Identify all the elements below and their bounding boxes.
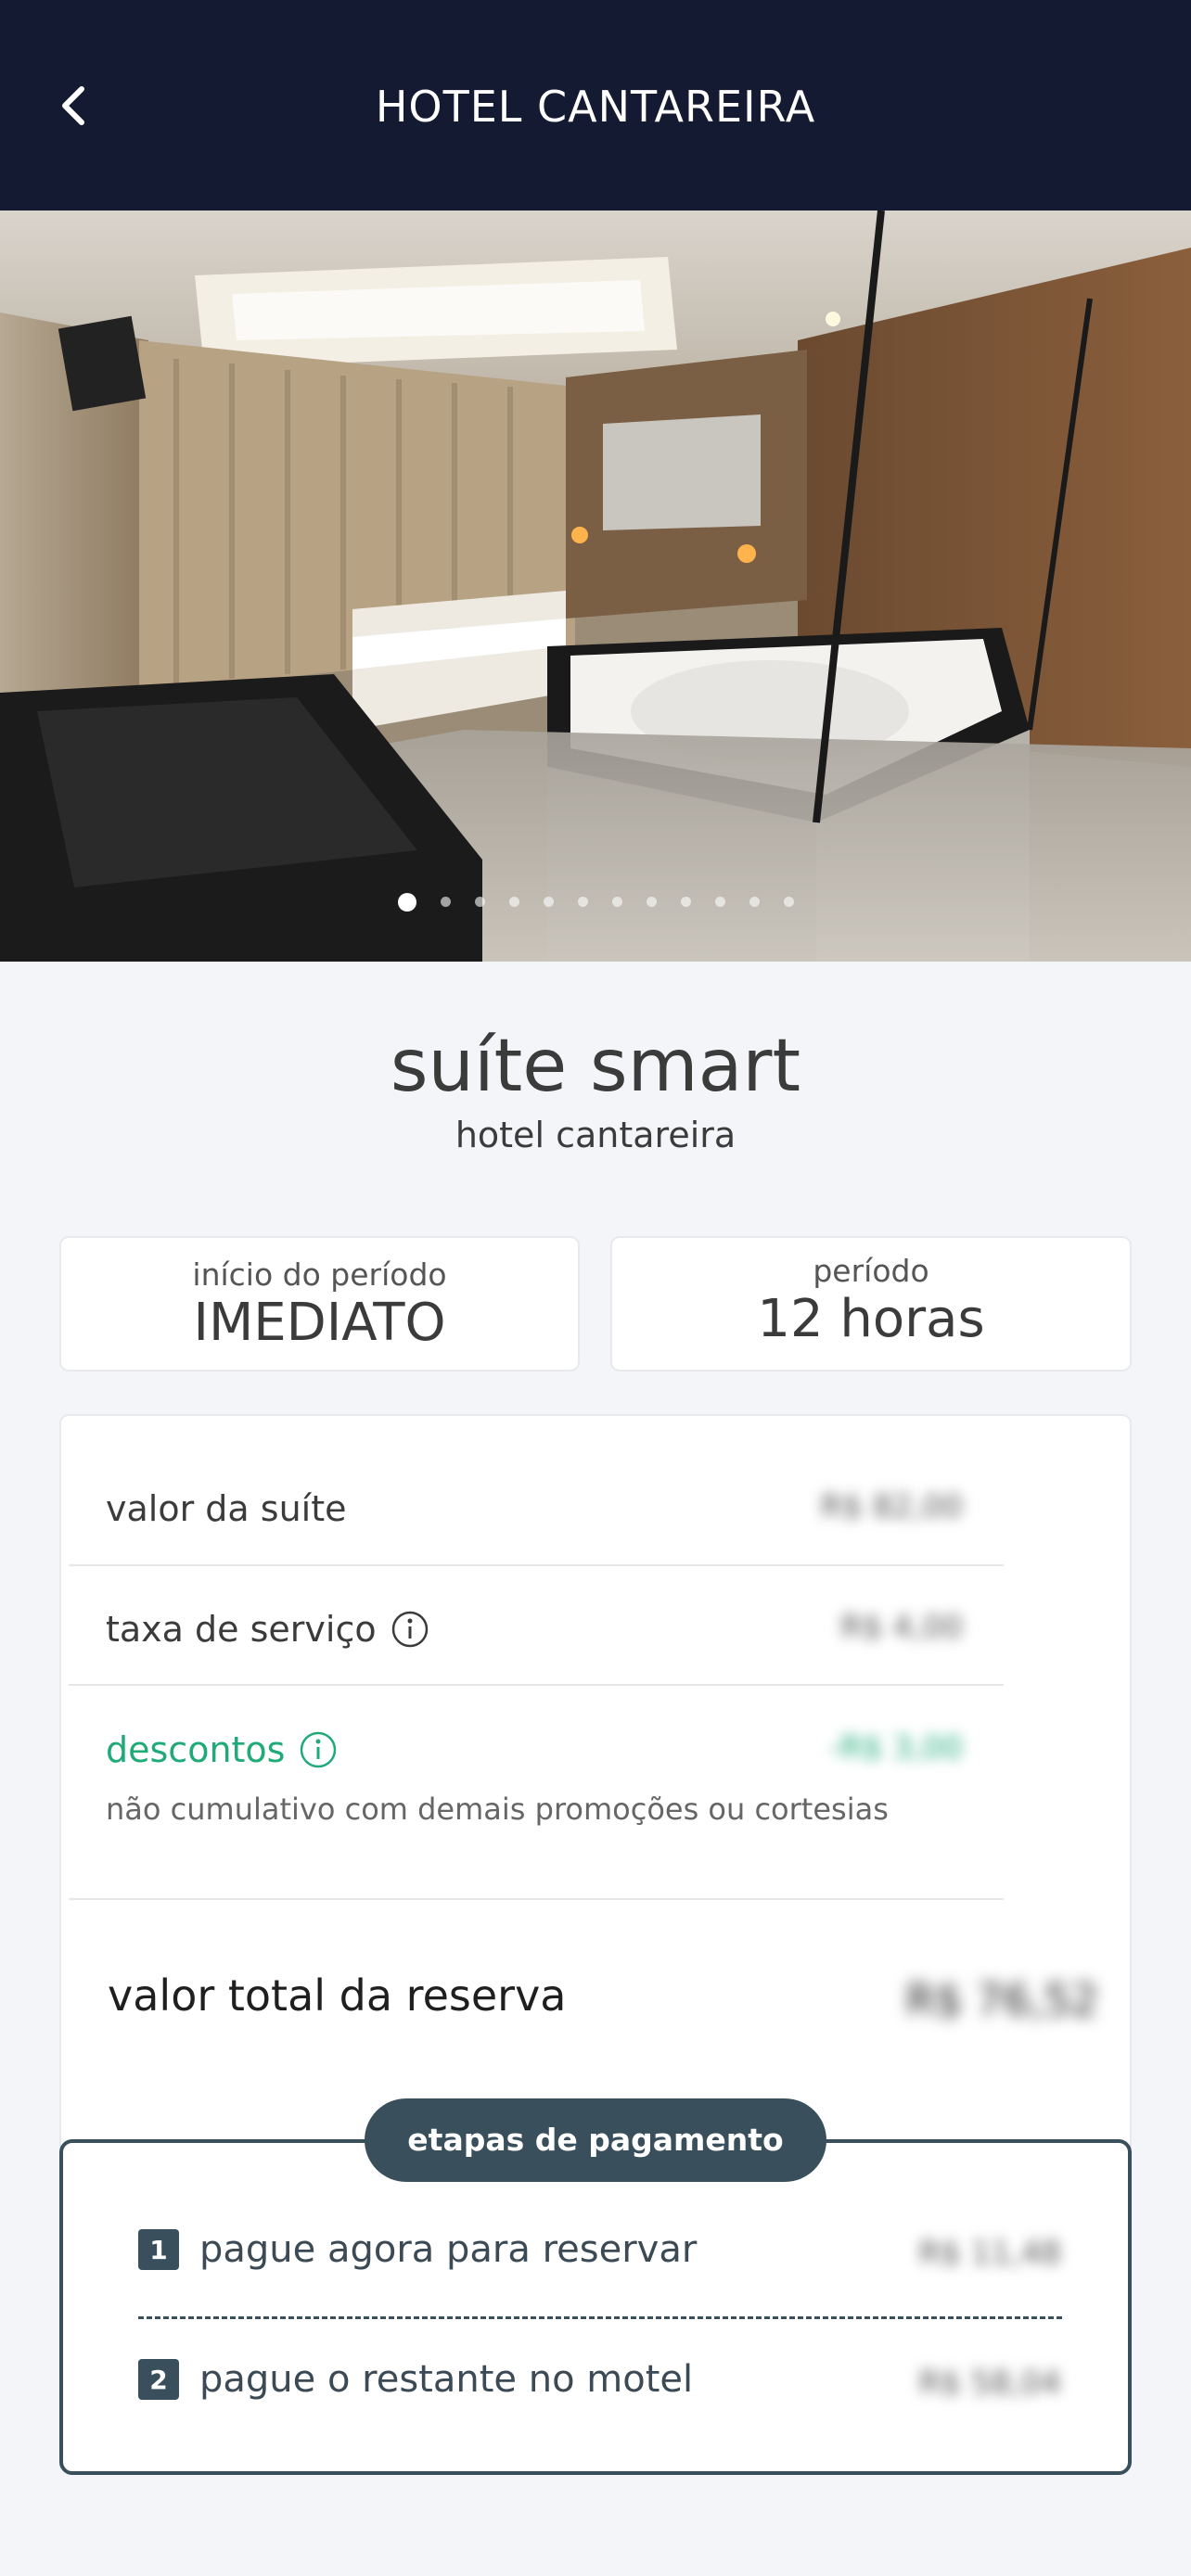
suite-photo-gallery[interactable] bbox=[0, 210, 1191, 962]
top-bar: HOTEL CANTAREIRA bbox=[0, 0, 1191, 210]
gallery-dot[interactable] bbox=[680, 897, 691, 907]
service-fee-amount: R$ 4,00 bbox=[840, 1609, 963, 1646]
discounts-amount: -R$ 3,00 bbox=[828, 1729, 963, 1766]
discounts-label: descontos bbox=[106, 1729, 286, 1770]
gallery-dot[interactable] bbox=[543, 897, 554, 907]
step-label: pague agora para reservar bbox=[199, 2228, 698, 2271]
period-duration-value: 12 horas bbox=[757, 1289, 985, 1349]
divider bbox=[69, 1684, 1004, 1686]
discounts-label-group: descontos bbox=[106, 1729, 337, 1770]
gallery-dot[interactable] bbox=[646, 897, 657, 907]
discounts-row: descontos -R$ 3,00 bbox=[69, 1729, 1004, 1776]
period-start-value: IMEDIATO bbox=[193, 1293, 446, 1353]
payment-step-2: 2 pague o restante no motel bbox=[138, 2358, 693, 2401]
divider bbox=[69, 1564, 1004, 1566]
gallery-dot[interactable] bbox=[611, 897, 622, 907]
period-start-label: início do período bbox=[192, 1256, 447, 1293]
total-amount: R$ 76,52 bbox=[905, 1975, 1098, 2025]
total-label: valor total da reserva bbox=[108, 1970, 567, 2021]
period-duration-label: período bbox=[813, 1253, 929, 1289]
suite-photo bbox=[0, 210, 1191, 962]
gallery-dot[interactable] bbox=[440, 897, 451, 907]
suite-value-label: valor da suíte bbox=[106, 1488, 347, 1529]
info-icon[interactable] bbox=[391, 1611, 429, 1648]
service-fee-row: taxa de serviço R$ 4,00 bbox=[69, 1609, 1004, 1655]
gallery-dot[interactable] bbox=[577, 897, 588, 907]
service-fee-label: taxa de serviço bbox=[106, 1609, 377, 1650]
gallery-dot[interactable] bbox=[783, 897, 794, 907]
page-title: HOTEL CANTAREIRA bbox=[375, 82, 816, 132]
gallery-dot[interactable] bbox=[508, 897, 519, 907]
step-label: pague o restante no motel bbox=[199, 2358, 694, 2401]
service-fee-label-group: taxa de serviço bbox=[106, 1609, 429, 1650]
step-number-badge: 1 bbox=[138, 2229, 179, 2270]
discounts-note: não cumulativo com demais promoções ou c… bbox=[106, 1792, 889, 1827]
gallery-dot[interactable] bbox=[749, 897, 760, 907]
step-number-badge: 2 bbox=[138, 2359, 179, 2400]
info-icon[interactable] bbox=[300, 1731, 337, 1768]
step-divider bbox=[138, 2316, 1062, 2319]
period-duration-card[interactable]: período 12 horas bbox=[610, 1236, 1132, 1371]
suite-value-row: valor da suíte R$ 82,00 bbox=[69, 1488, 1004, 1535]
payment-steps-box bbox=[59, 2139, 1132, 2475]
suite-value-amount: R$ 82,00 bbox=[820, 1488, 963, 1525]
payment-step-1: 1 pague agora para reservar bbox=[138, 2228, 697, 2271]
suite-name: suíte smart bbox=[390, 1025, 801, 1108]
gallery-pagination bbox=[0, 893, 1191, 912]
divider bbox=[69, 1898, 1004, 1900]
hotel-name: hotel cantareira bbox=[455, 1115, 736, 1155]
gallery-dot[interactable] bbox=[474, 897, 485, 907]
step-2-amount: R$ 58,04 bbox=[918, 2365, 1061, 2402]
step-1-amount: R$ 11,48 bbox=[918, 2235, 1061, 2272]
gallery-dot[interactable] bbox=[397, 893, 416, 912]
gallery-dot[interactable] bbox=[714, 897, 725, 907]
period-start-card[interactable]: início do período IMEDIATO bbox=[59, 1236, 580, 1371]
payment-steps-title: etapas de pagamento bbox=[365, 2098, 826, 2182]
